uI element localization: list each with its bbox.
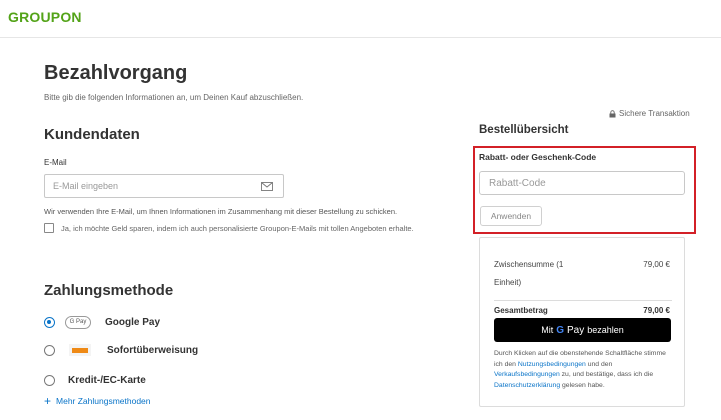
legal-part-2: und den xyxy=(587,360,613,368)
secure-transaction: Sichere Transaktion xyxy=(609,109,690,118)
groupon-logo[interactable]: GROUPON xyxy=(8,9,82,25)
top-header: GROUPON xyxy=(0,0,721,38)
more-payment-methods-link[interactable]: + Mehr Zahlungsmethoden xyxy=(44,394,151,408)
email-input[interactable] xyxy=(45,176,255,196)
lock-icon xyxy=(609,109,616,117)
google-g-icon: G xyxy=(556,324,564,336)
legal-notice: Durch Klicken auf die obenstehende Schal… xyxy=(494,349,674,391)
subtotal-label: Zwischensumme (1 Einheit) xyxy=(494,260,564,287)
card-label: Kredit-/EC-Karte xyxy=(68,374,146,386)
order-summary-heading: Bestellübersicht xyxy=(479,124,569,136)
more-payment-methods-label: Mehr Zahlungsmethoden xyxy=(56,396,151,406)
google-pay-icon: G Pay xyxy=(65,315,91,329)
secure-label: Sichere Transaktion xyxy=(619,109,690,118)
plus-icon: + xyxy=(44,394,52,408)
legal-part-4: gelesen habe. xyxy=(562,381,605,389)
card-radio[interactable] xyxy=(44,374,55,386)
terms-of-sale-link[interactable]: Verkaufsbedingungen xyxy=(494,371,560,378)
total-label: Gesamtbetrag xyxy=(494,306,548,315)
email-hint: Wir verwenden Ihre E-Mail, um Ihnen Info… xyxy=(44,207,398,216)
coupon-code-input[interactable] xyxy=(480,177,680,189)
coupon-label: Rabatt- oder Geschenk-Code xyxy=(479,152,597,162)
payment-option-card[interactable]: Kredit-/EC-Karte xyxy=(44,372,146,388)
apply-coupon-button[interactable]: Anwenden xyxy=(480,206,542,226)
page-subtitle: Bitte gib die folgenden Informationen an… xyxy=(44,93,304,102)
newsletter-option[interactable]: Ja, ich möchte Geld sparen, indem ich au… xyxy=(44,223,414,233)
legal-part-3: zu, und bestätige, dass ich die xyxy=(561,371,654,378)
subtotal-value: 79,00 € xyxy=(643,260,670,269)
customer-data-heading: Kundendaten xyxy=(44,126,140,143)
sofort-icon xyxy=(69,344,91,356)
google-pay-radio[interactable] xyxy=(44,316,55,328)
pay-button-suffix: bezahlen xyxy=(587,325,624,335)
terms-of-use-link[interactable]: Nutzungsbedingungen xyxy=(518,361,586,368)
sofort-label: Sofortüberweisung xyxy=(107,344,199,356)
order-summary-card: Zwischensumme (1 Einheit) 79,00 € Gesamt… xyxy=(479,237,685,407)
email-field-wrapper xyxy=(44,174,284,198)
sofort-radio[interactable] xyxy=(44,344,55,356)
payment-method-heading: Zahlungsmethode xyxy=(44,282,174,299)
pay-word: Pay xyxy=(567,324,585,336)
page-title: Bezahlvorgang xyxy=(44,62,188,84)
newsletter-checkbox[interactable] xyxy=(44,223,54,233)
email-label: E-Mail xyxy=(44,158,67,167)
total-value: 79,00 € xyxy=(643,306,670,315)
google-pay-checkout-button[interactable]: Mit G Pay bezahlen xyxy=(494,318,671,342)
coupon-field-wrapper xyxy=(479,171,685,195)
summary-divider xyxy=(494,300,672,301)
payment-option-google-pay[interactable]: G Pay Google Pay xyxy=(44,314,160,330)
pay-button-prefix: Mit xyxy=(541,325,554,335)
mail-icon xyxy=(261,182,273,191)
privacy-policy-link[interactable]: Datenschutzerklärung xyxy=(494,382,560,389)
newsletter-label: Ja, ich möchte Geld sparen, indem ich au… xyxy=(61,223,414,233)
google-pay-label: Google Pay xyxy=(105,316,161,328)
payment-option-sofort[interactable]: Sofortüberweisung xyxy=(44,342,198,358)
